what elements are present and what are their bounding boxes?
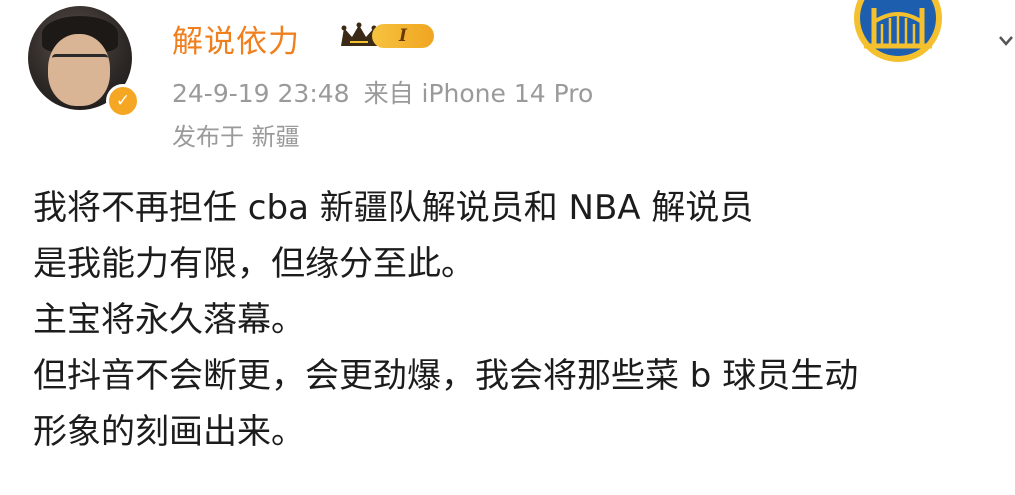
post-content-line: 主宝将永久落幕。 xyxy=(33,300,305,340)
post-meta: 24-9-19 23:48 来自 iPhone 14 Pro xyxy=(172,74,593,110)
post-content-line: 我将不再担任 cba 新疆队解说员和 NBA 解说员 xyxy=(33,188,754,228)
author-avatar-container[interactable]: ✓ xyxy=(22,4,140,118)
post-content-line: 是我能力有限，但缘分至此。 xyxy=(33,244,475,284)
vip-badge[interactable]: I xyxy=(338,20,438,54)
post-timestamp: 24-9-19 23:48 xyxy=(172,79,350,108)
post-location: 发布于 新疆 xyxy=(172,123,300,151)
post-content-line: 形象的刻画出来。 xyxy=(33,412,305,452)
post-source[interactable]: 来自 iPhone 14 Pro xyxy=(364,79,594,108)
post-content-line: 但抖音不会断更，会更劲爆，我会将那些菜 b 球员生动 xyxy=(33,356,859,396)
team-logo-icon[interactable] xyxy=(854,0,942,64)
author-name[interactable]: 解说依力 xyxy=(172,16,300,61)
avatar-face xyxy=(48,34,110,106)
post-content: 我将不再担任 cba 新疆队解说员和 NBA 解说员 是我能力有限，但缘分至此。… xyxy=(33,180,1015,460)
chevron-down-icon[interactable] xyxy=(998,34,1015,48)
vip-level-label: I xyxy=(372,24,434,48)
verified-badge-icon: ✓ xyxy=(106,84,140,118)
avatar-glasses xyxy=(52,54,108,69)
